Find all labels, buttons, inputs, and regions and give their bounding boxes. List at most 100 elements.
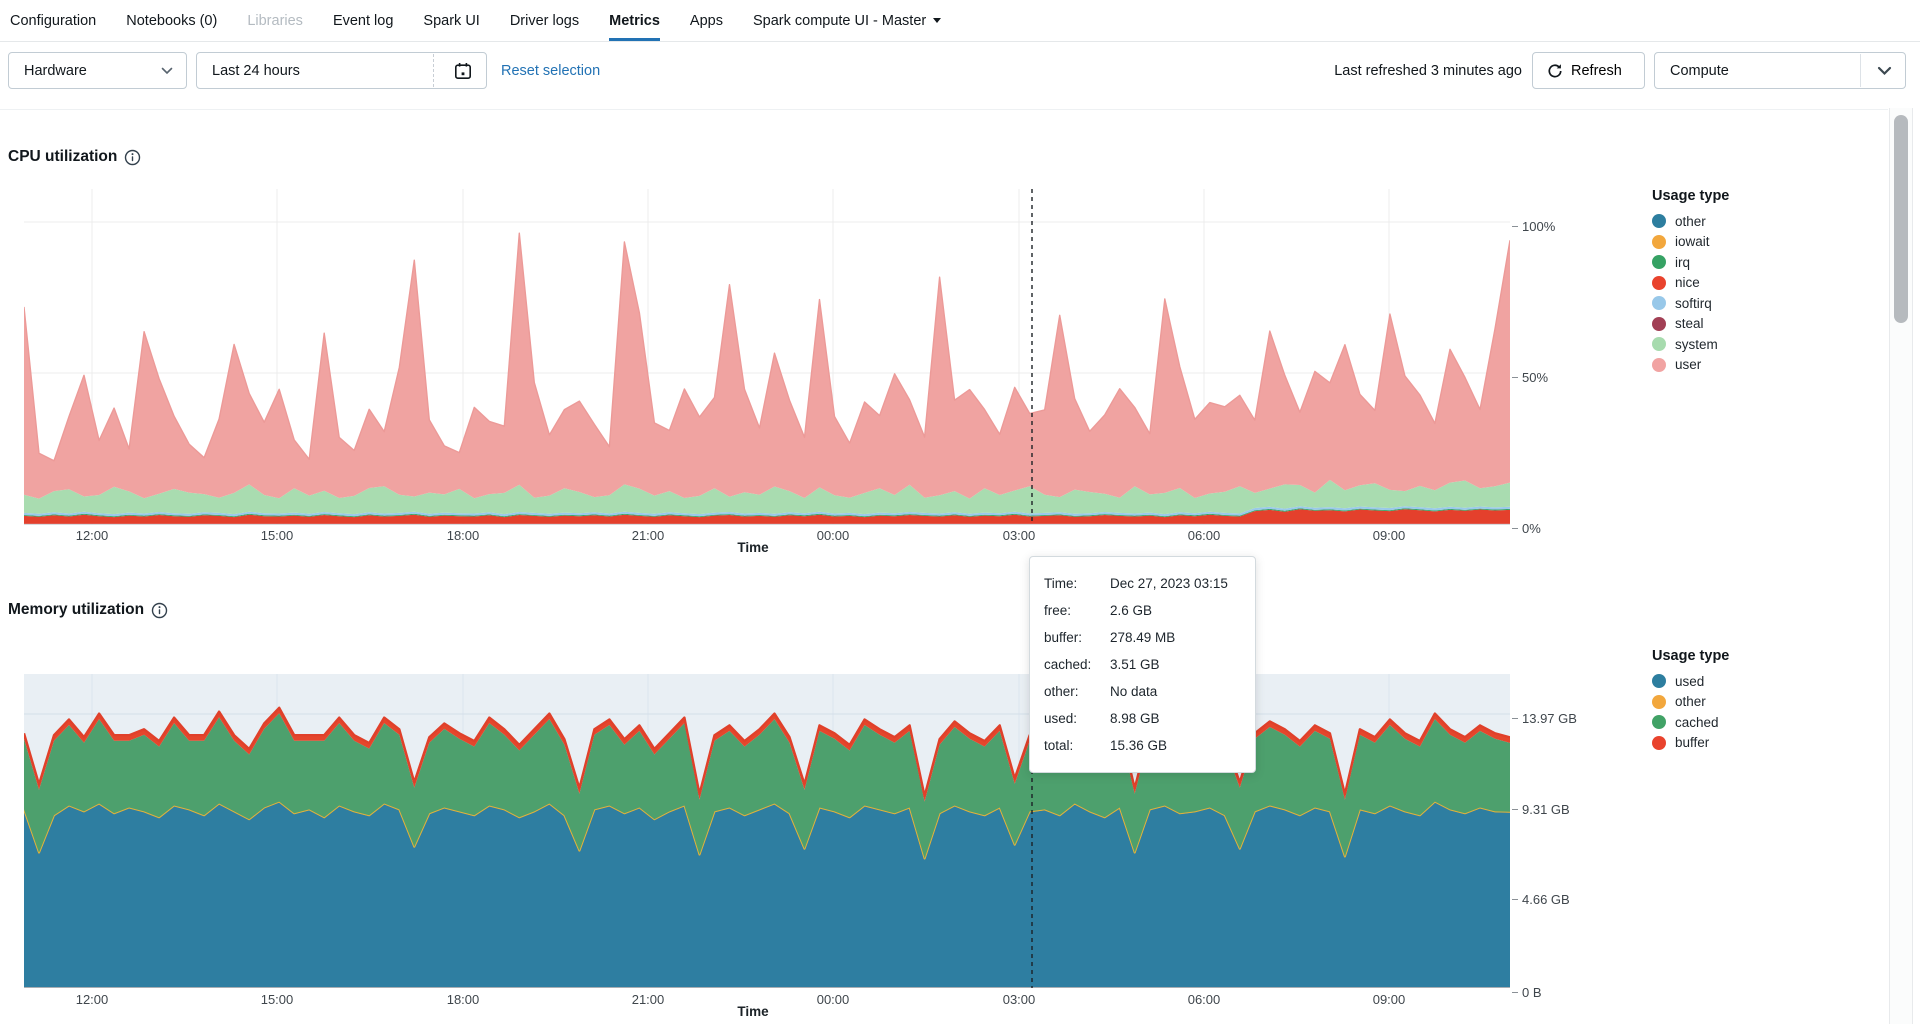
legend-item-other: other: [1652, 211, 1882, 232]
legend-item-label: other: [1675, 213, 1706, 229]
filter-bar: Hardware Last 24 hours Reset selection L…: [0, 42, 1906, 110]
tab-bar: Configuration Notebooks (0) Libraries Event…: [0, 0, 1920, 42]
x-tick-label: 12:00: [75, 528, 109, 543]
tick-mark: [1512, 376, 1518, 379]
x-tick-label: 00:00: [816, 528, 850, 543]
divider: [433, 54, 434, 87]
y-tick-text: 13.97 GB: [1522, 711, 1577, 726]
tab-notebooks-0[interactable]: Notebooks (0): [126, 0, 217, 41]
info-icon[interactable]: [124, 149, 141, 166]
legend-item-nice: nice: [1652, 273, 1882, 294]
tooltip-row-value: 8.98 GB: [1110, 711, 1160, 726]
memory-legend: Usage type used other cached buffer: [1652, 648, 1882, 753]
legend-item-steal: steal: [1652, 314, 1882, 335]
refresh-button[interactable]: Refresh: [1532, 52, 1645, 89]
legend-dot-icon: [1652, 694, 1666, 709]
cpu-title-text: CPU utilization: [8, 148, 118, 165]
tooltip-row-value: 2.6 GB: [1110, 603, 1153, 618]
tab-label: Apps: [689, 12, 723, 29]
legend-dot-icon: [1652, 357, 1666, 372]
legend-item-label: system: [1675, 336, 1718, 352]
legend-item-label: steal: [1675, 316, 1704, 332]
y-tick-text: 50%: [1522, 370, 1549, 385]
tab-event-log[interactable]: Event log: [333, 0, 393, 41]
scrollbar-track[interactable]: [1889, 108, 1913, 1024]
memory-legend-title: Usage type: [1652, 648, 1730, 664]
time-range-picker[interactable]: Last 24 hours: [196, 52, 487, 89]
x-tick-label: 12:00: [75, 992, 109, 1007]
y-tick-text: 100%: [1522, 219, 1556, 234]
tab-driver-logs[interactable]: Driver logs: [510, 0, 579, 41]
x-tick-label: 03:00: [1002, 528, 1036, 543]
tooltip-row-total: total: 15.36 GB: [1044, 732, 1241, 759]
caret-down-icon: [933, 18, 942, 23]
chevron-down-icon: [1877, 66, 1892, 76]
legend-dot-icon: [1652, 674, 1666, 689]
tooltip-row-label: used:: [1044, 711, 1078, 726]
y-tick-label: 13.97 GB: [1512, 711, 1577, 726]
legend-item-label: softirq: [1675, 295, 1712, 311]
legend-item-system: system: [1652, 334, 1882, 355]
chart-tooltip: Time: Dec 27, 2023 03:15 free: 2.6 GB buffer…: [1029, 556, 1256, 773]
cpu-chart[interactable]: [24, 189, 1510, 525]
legend-item-other: other: [1652, 692, 1882, 713]
tab-label: Spark UI: [423, 12, 480, 29]
tab-label: Spark compute UI - Master: [752, 12, 927, 29]
y-tick-label: 0 B: [1512, 985, 1542, 1000]
hardware-select[interactable]: Hardware: [8, 52, 187, 89]
tick-mark: [1512, 527, 1518, 530]
tab-label: Configuration: [10, 12, 97, 29]
y-tick-text: 0%: [1522, 521, 1541, 536]
legend-item-irq: irq: [1652, 252, 1882, 273]
tooltip-row-cached: cached: 3.51 GB: [1044, 651, 1241, 678]
x-tick-label: 09:00: [1372, 992, 1406, 1007]
legend-item-label: iowait: [1675, 234, 1710, 250]
reset-selection-link[interactable]: Reset selection: [501, 52, 600, 89]
tooltip-row-label: total:: [1044, 738, 1074, 753]
x-tick-label: 06:00: [1187, 528, 1221, 543]
tab-spark-compute-ui-master[interactable]: Spark compute UI - Master: [752, 0, 942, 41]
legend-item-label: buffer: [1675, 735, 1710, 751]
x-tick-label: 15:00: [260, 528, 294, 543]
x-tick-label: 18:00: [446, 528, 480, 543]
tooltip-row-label: Time:: [1044, 576, 1078, 591]
scrollbar-thumb[interactable]: [1894, 115, 1908, 323]
tick-mark: [1512, 225, 1518, 228]
y-tick-text: 0 B: [1522, 985, 1542, 1000]
tab-metrics[interactable]: Metrics: [609, 0, 660, 41]
y-tick-label: 0%: [1512, 521, 1541, 536]
tick-mark: [1512, 808, 1518, 811]
legend-item-user: user: [1652, 355, 1882, 376]
calendar-icon: [453, 61, 473, 81]
x-tick-label: 09:00: [1372, 528, 1406, 543]
x-axis-title: Time: [737, 1004, 769, 1019]
y-tick-text: 4.66 GB: [1522, 892, 1570, 907]
legend-dot-icon: [1652, 316, 1666, 331]
memory-title-text: Memory utilization: [8, 601, 145, 618]
info-icon[interactable]: [151, 602, 168, 619]
tooltip-row-time: Time: Dec 27, 2023 03:15: [1044, 570, 1241, 597]
refresh-button-label: Refresh: [1571, 62, 1622, 79]
tooltip-row-value: 278.49 MB: [1110, 630, 1176, 645]
tab-apps[interactable]: Apps: [690, 0, 723, 41]
legend-dot-icon: [1652, 337, 1666, 352]
legend-item-softirq: softirq: [1652, 293, 1882, 314]
tab-label: Event log: [332, 12, 394, 29]
tooltip-row-label: cached:: [1044, 657, 1092, 672]
tooltip-row-value: 3.51 GB: [1110, 657, 1160, 672]
x-axis-title: Time: [737, 540, 769, 555]
tab-configuration[interactable]: Configuration: [10, 0, 96, 41]
legend-dot-icon: [1652, 234, 1666, 249]
tab-libraries[interactable]: Libraries: [247, 0, 303, 41]
memory-chart[interactable]: [24, 674, 1510, 988]
compute-select[interactable]: Compute: [1654, 52, 1906, 89]
last-refreshed-text: Last refreshed 3 minutes ago: [1334, 62, 1522, 79]
y-tick-label: 50%: [1512, 370, 1548, 385]
legend-dot-icon: [1652, 735, 1666, 750]
tab-label: Notebooks (0): [126, 12, 218, 29]
tab-label: Metrics: [609, 12, 660, 29]
x-tick-label: 03:00: [1002, 992, 1036, 1007]
tab-spark-ui[interactable]: Spark UI: [423, 0, 479, 41]
legend-item-label: user: [1675, 357, 1702, 373]
tooltip-row-value: 15.36 GB: [1110, 738, 1168, 753]
